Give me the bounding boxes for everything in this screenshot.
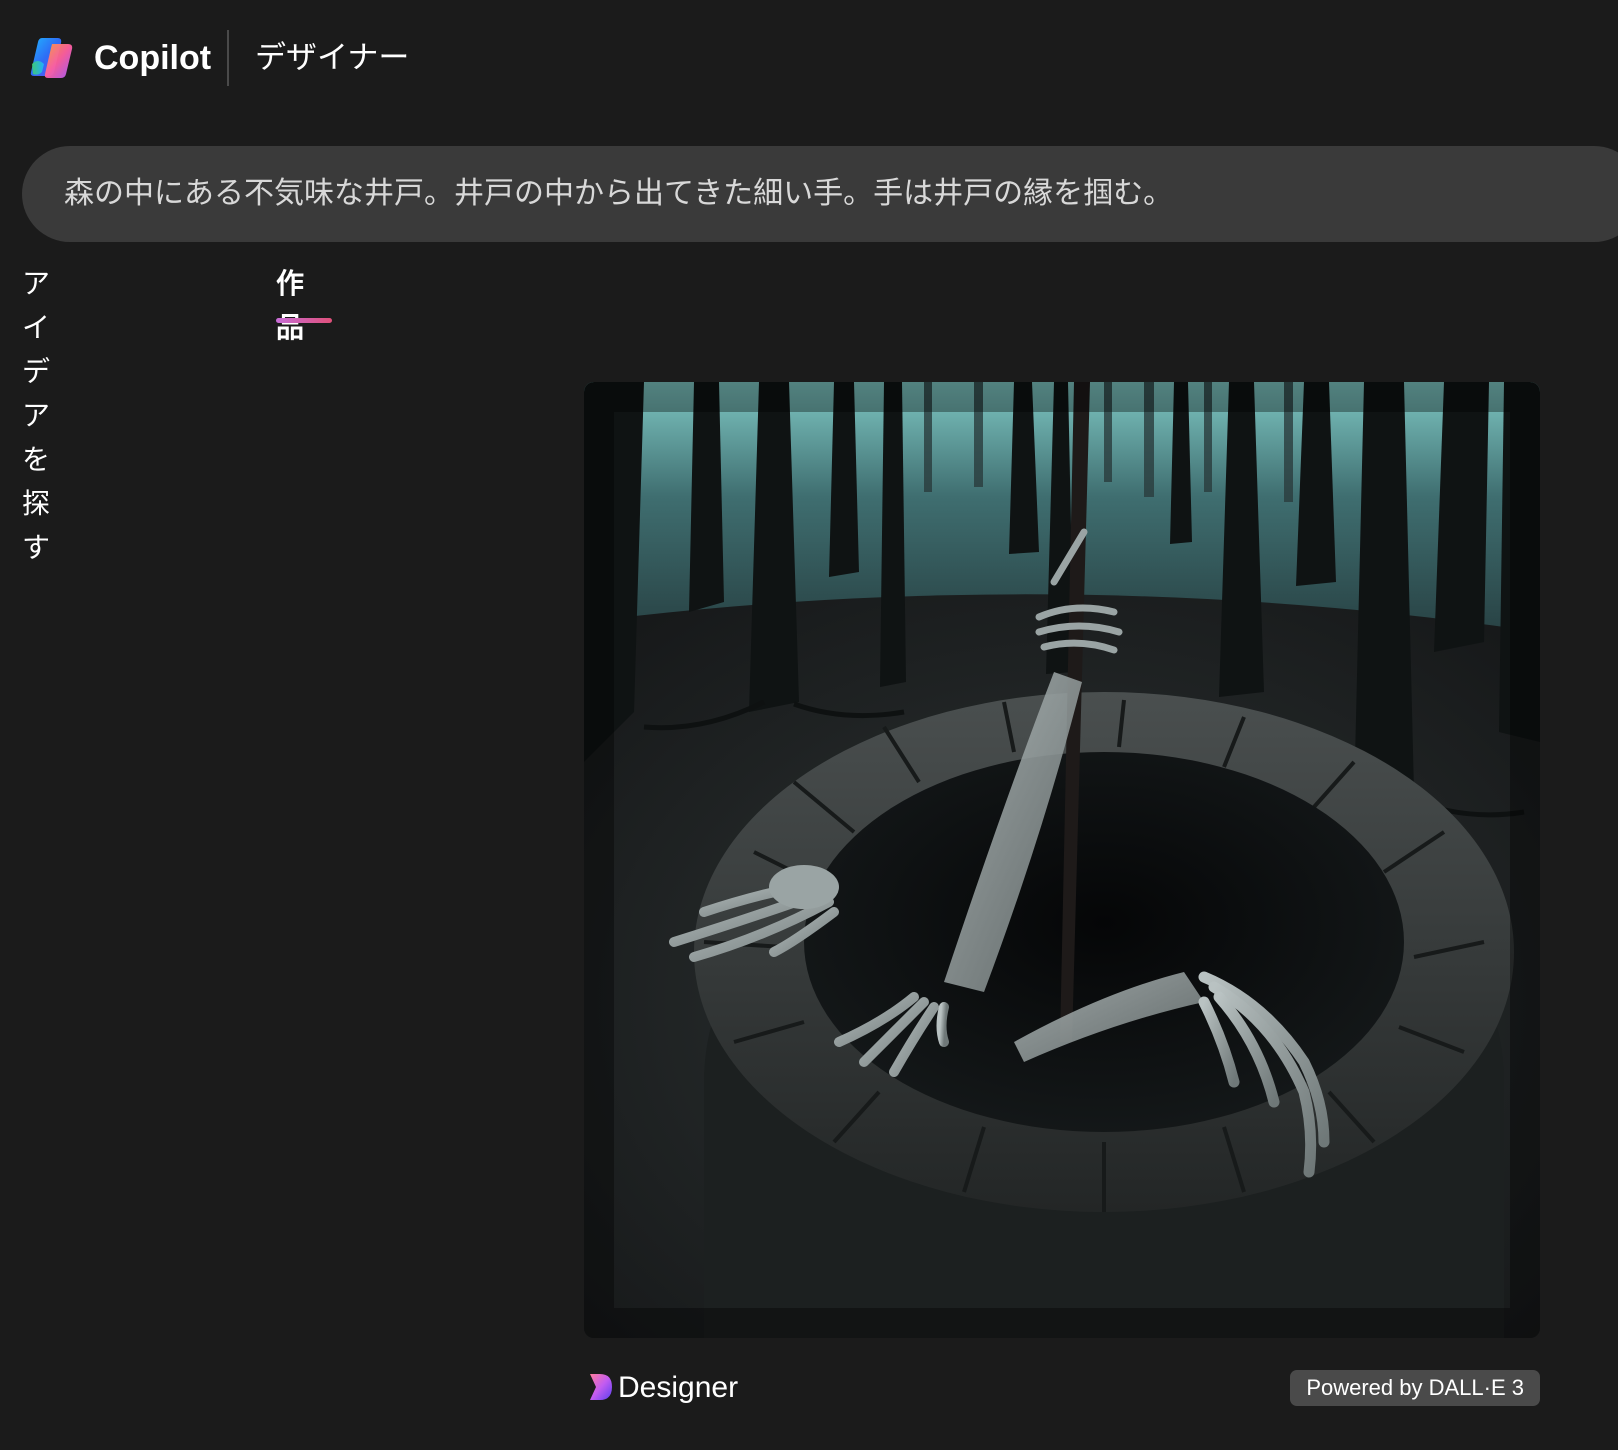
active-tab-indicator [276, 318, 332, 323]
app-name[interactable]: Copilot [94, 34, 211, 82]
image-footer: Designer Powered by DALL·E 3 [584, 1364, 1540, 1412]
prompt-input[interactable]: 森の中にある不気味な井戸。井戸の中から出てきた細い手。手は井戸の縁を掴む。 [22, 146, 1618, 242]
tab-explore-ideas[interactable]: アイデアを探す [22, 262, 50, 570]
copilot-logo-icon[interactable] [28, 34, 76, 82]
product-name[interactable]: デザイナー [255, 34, 409, 82]
prompt-text[interactable]: 森の中にある不気味な井戸。井戸の中から出てきた細い手。手は井戸の縁を掴む。 [64, 146, 1173, 242]
tab-creations[interactable]: 作品 [276, 262, 304, 350]
designer-logo-icon [588, 1372, 614, 1402]
app-header: Copilot デザイナー [0, 0, 1618, 115]
generated-image[interactable] [584, 382, 1540, 1338]
powered-by-badge: Powered by DALL·E 3 [1290, 1370, 1540, 1406]
header-divider [227, 30, 229, 86]
designer-brand-label: Designer [618, 1371, 739, 1404]
